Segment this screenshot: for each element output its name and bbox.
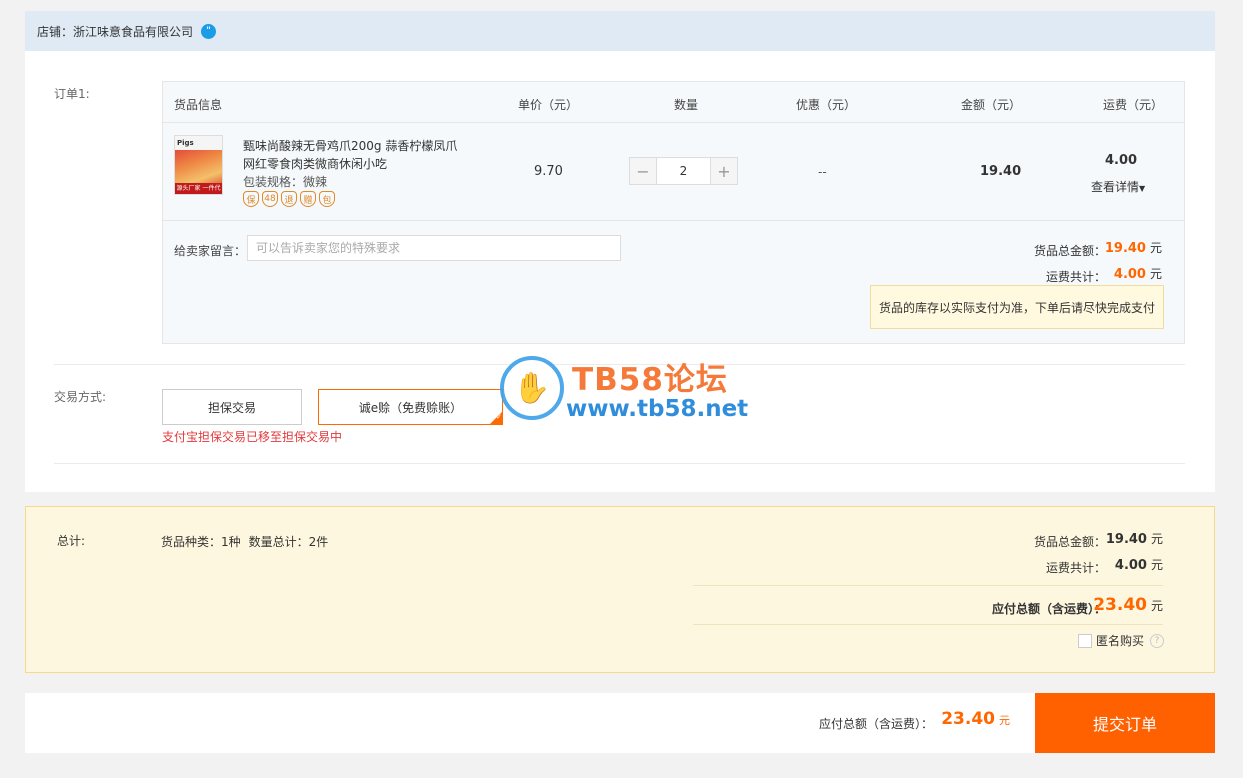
col-freight: 运费（元） bbox=[1103, 98, 1164, 112]
caret-down-icon: ▼ bbox=[1139, 184, 1146, 193]
freight-total-value: 4.00 元 bbox=[1114, 265, 1162, 282]
order-table: 货品信息 单价（元） 数量 优惠（元） 金额（元） 运费（元） Pigs 源头厂… bbox=[162, 81, 1185, 344]
item-count: 数量总计：2件 bbox=[248, 535, 329, 549]
col-unit-price: 单价（元） bbox=[518, 98, 579, 112]
message-label: 给卖家留言： bbox=[174, 244, 247, 258]
chat-bubble-icon[interactable]: " bbox=[201, 23, 217, 39]
footer-total-amount: 23.40 bbox=[941, 709, 995, 729]
help-icon[interactable]: ? bbox=[1150, 633, 1164, 648]
col-quantity: 数量 bbox=[674, 98, 699, 112]
grand-total-amount: 23.40 bbox=[1093, 595, 1147, 615]
shop-name[interactable]: 浙江味意食品有限公司 bbox=[73, 23, 193, 40]
freight-detail-link[interactable]: 查看详情▼ bbox=[1091, 178, 1145, 195]
zigzag-edge bbox=[25, 489, 1215, 495]
summary-freight-label: 运费共计： bbox=[1045, 561, 1106, 575]
table-row: Pigs 源头厂家 一件代发 甄味尚酸辣无骨鸡爪200g 蒜香柠檬凤爪网红零食肉… bbox=[163, 123, 1184, 221]
unit-price: 9.70 bbox=[534, 164, 563, 179]
col-discount: 优惠（元） bbox=[796, 98, 857, 112]
col-amount: 金额（元） bbox=[961, 98, 1022, 112]
currency-unit: 元 bbox=[999, 714, 1010, 727]
gift-badge-icon[interactable]: 赠 bbox=[300, 191, 316, 207]
order-summary: 总计: 货品种类：1种 数量总计：2件 货品总金额： 19.40 元 运费共计： 4… bbox=[25, 506, 1215, 673]
product-title[interactable]: 甄味尚酸辣无骨鸡爪200g 蒜香柠檬凤爪网红零食肉类微商休闲小吃 bbox=[243, 137, 468, 173]
freight-total-label: 运费共计： bbox=[1045, 270, 1106, 284]
anonymous-label[interactable]: 匿名购买 bbox=[1096, 632, 1144, 649]
item-amount: 19.40 bbox=[980, 164, 1022, 179]
currency-unit: 元 bbox=[1149, 241, 1162, 255]
summary-goods-amount: 19.40 bbox=[1105, 532, 1147, 547]
anonymous-checkbox[interactable] bbox=[1077, 633, 1092, 648]
anonymous-purchase: 匿名购买 ? bbox=[1077, 632, 1164, 649]
decrease-button[interactable]: − bbox=[630, 158, 657, 184]
payment-option-credit-label: 诚e赊（免费赊账） bbox=[358, 400, 463, 415]
payment-warning: 支付宝担保交易已移至担保交易中 bbox=[162, 430, 343, 444]
free-shipping-badge-icon[interactable]: 包 bbox=[319, 191, 335, 207]
item-freight: 4.00 bbox=[1105, 153, 1138, 168]
payment-label: 交易方式: bbox=[54, 390, 107, 404]
service-badges: 保 48 退 赠 包 bbox=[243, 191, 335, 207]
summary-goods-label: 货品总金额： bbox=[1033, 535, 1106, 549]
shop-header: 店铺： 浙江味意食品有限公司 " bbox=[25, 11, 1215, 51]
stock-notice: 货品的库存以实际支付为准，下单后请尽快完成支付 bbox=[870, 285, 1164, 329]
thumb-caption: 源头厂家 一件代发 bbox=[175, 183, 222, 194]
total-label: 总计: bbox=[57, 534, 86, 548]
ship-48h-badge-icon[interactable]: 48 bbox=[262, 191, 278, 207]
summary-freight-amount: 4.00 bbox=[1114, 558, 1147, 573]
currency-unit: 元 bbox=[1150, 532, 1163, 546]
thumb-brand: Pigs bbox=[175, 136, 222, 150]
divider bbox=[693, 585, 1163, 586]
grand-total-label: 应付总额（含运费）： bbox=[991, 602, 1106, 616]
table-header: 货品信息 单价（元） 数量 优惠（元） 金额（元） 运费（元） bbox=[163, 82, 1184, 123]
goods-total-value: 19.40 元 bbox=[1105, 239, 1162, 256]
quantity-stepper: − + bbox=[629, 157, 738, 185]
summary-goods-value: 19.40 元 bbox=[1106, 530, 1163, 547]
goods-total-label: 货品总金额： bbox=[1033, 244, 1106, 258]
footer-total-value: 23.40 元 bbox=[941, 709, 1010, 729]
summary-freight-value: 4.00 元 bbox=[1115, 556, 1163, 573]
quantity-input[interactable] bbox=[657, 158, 710, 184]
divider bbox=[54, 463, 1185, 464]
currency-unit: 元 bbox=[1149, 267, 1162, 281]
shop-label: 店铺： bbox=[37, 24, 74, 39]
divider bbox=[693, 624, 1163, 625]
order-label: 订单1: bbox=[54, 87, 90, 101]
payment-option-guarantee[interactable]: 担保交易 bbox=[162, 389, 302, 425]
footer-total-label: 应付总额（含运费）： bbox=[818, 717, 933, 731]
watermark-title: TB58论坛 bbox=[572, 362, 728, 398]
freight-detail-label: 查看详情 bbox=[1091, 180, 1140, 194]
total-counts: 货品种类：1种 数量总计：2件 bbox=[161, 533, 328, 550]
message-input[interactable] bbox=[247, 235, 621, 261]
hand-logo-icon: ✋ bbox=[500, 356, 564, 420]
goods-total-amount: 19.40 bbox=[1104, 241, 1146, 256]
submit-order-button[interactable]: 提交订单 bbox=[1035, 693, 1215, 753]
currency-unit: 元 bbox=[1150, 558, 1163, 572]
payment-option-credit[interactable]: 诚e赊（免费赊账） bbox=[318, 389, 503, 425]
product-thumbnail[interactable]: Pigs 源头厂家 一件代发 bbox=[174, 135, 223, 195]
col-goods: 货品信息 bbox=[174, 98, 223, 112]
guarantee-badge-icon[interactable]: 保 bbox=[243, 191, 259, 207]
grand-total-value: 23.40 元 bbox=[1093, 595, 1163, 615]
currency-unit: 元 bbox=[1150, 599, 1163, 613]
checkout-footer: 应付总额（含运费）： 23.40 元 提交订单 bbox=[25, 693, 1215, 753]
product-spec: 包装规格：微辣 bbox=[243, 175, 328, 189]
freight-total-amount: 4.00 bbox=[1113, 267, 1146, 282]
watermark-url: www.tb58.net bbox=[566, 396, 749, 422]
watermark: ✋ TB58论坛 www.tb58.net bbox=[500, 352, 760, 422]
item-kinds: 货品种类：1种 bbox=[161, 535, 241, 549]
increase-button[interactable]: + bbox=[710, 158, 737, 184]
discount-value: -- bbox=[818, 165, 827, 179]
return-badge-icon[interactable]: 退 bbox=[281, 191, 297, 207]
